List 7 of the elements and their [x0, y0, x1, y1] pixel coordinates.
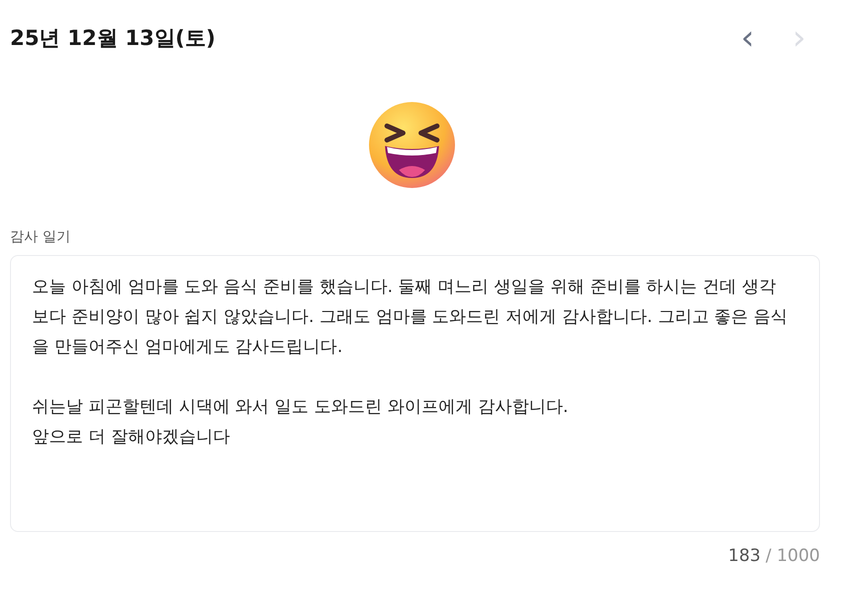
diary-label: 감사 일기 — [10, 228, 72, 246]
date-title: 25년 12월 13일(토) — [10, 25, 216, 52]
previous-button[interactable]: ‹ — [736, 23, 758, 53]
laughing-face-icon — [367, 100, 457, 190]
character-limit: / 1000 — [766, 546, 820, 566]
character-count: 183 — [728, 546, 761, 566]
diary-text-field[interactable]: 오늘 아침에 엄마를 도와 음식 준비를 했습니다. 둘째 며느리 생일을 위해 준비를 하시는 건데 생각보다 준비양이 많아 쉽지 않았습니다. 그래도 엄마를 도와드린 저에게 감사합니다. 그리고 좋은 음식을 만들어주신 엄마에게도 감사드립니다. 쉬는날 피곤할텐데 시댁에 와서 일도 도와드린 와이프에게 감사합니다. 앞으로 더 잘해야겠습니다 — [10, 255, 820, 532]
